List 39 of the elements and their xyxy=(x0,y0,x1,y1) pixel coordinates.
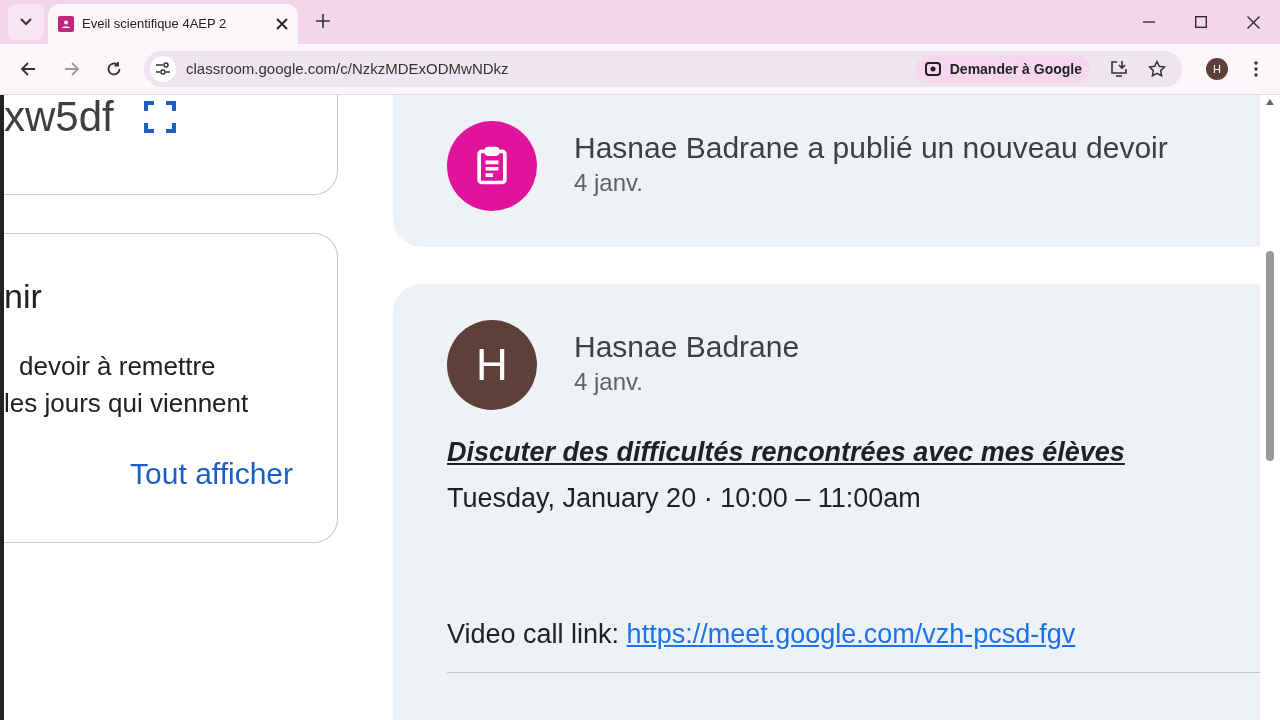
profile-avatar[interactable]: H xyxy=(1206,58,1228,80)
event-time: Tuesday, January 20 · 10:00 – 11:00am xyxy=(447,482,922,515)
back-icon[interactable] xyxy=(20,61,36,77)
lens-icon xyxy=(923,60,942,78)
video-call-text: Video call link: https://meet.google.com/vzh-pcsd-fgv xyxy=(447,618,1077,651)
view-all-link[interactable]: Tout afficher xyxy=(130,456,293,492)
browser-tab[interactable]: Eveil scientifique 4AEP 2 xyxy=(48,4,298,44)
post-title: Hasnae Badrane a publié un nouveau devoir xyxy=(574,130,1168,166)
star-icon[interactable] xyxy=(1148,60,1166,78)
classroom-icon xyxy=(58,16,74,32)
scrollbar-thumb[interactable] xyxy=(1266,251,1274,461)
maximize-icon[interactable] xyxy=(1195,16,1207,28)
chevron-down-icon xyxy=(20,18,32,26)
assignment-card[interactable]: Hasnae Badrane a publié un nouveau devoir 4 janv. xyxy=(393,95,1260,247)
upcoming-text: les jours qui viennent xyxy=(4,387,250,420)
install-icon[interactable] xyxy=(1110,60,1128,78)
card-title: nir xyxy=(4,276,43,316)
upcoming-text: devoir à remettre xyxy=(18,350,217,383)
reload-icon[interactable] xyxy=(106,61,122,77)
close-icon[interactable] xyxy=(1247,15,1260,29)
menu-icon[interactable] xyxy=(1254,61,1258,77)
post-date: 4 janv. xyxy=(574,168,644,198)
close-icon[interactable] xyxy=(276,18,288,30)
event-title: Discuter des difficultés rencontrées avec mes élèves xyxy=(447,436,1126,469)
scroll-up-icon[interactable] xyxy=(1266,99,1274,105)
tab-title: Eveil scientifique 4AEP 2 xyxy=(82,15,228,34)
forward-icon[interactable] xyxy=(64,61,80,77)
new-tab-icon[interactable] xyxy=(316,14,330,28)
post-date: 4 janv. xyxy=(574,367,644,397)
fullscreen-icon[interactable] xyxy=(143,101,176,133)
address-bar[interactable]: classroom.google.com/c/NzkzMDExODMwNDkz Demander à Google xyxy=(144,51,1182,87)
meet-link[interactable]: https://meet.google.com/vzh-pcsd-fgv xyxy=(626,619,1076,649)
tab-list-button[interactable] xyxy=(8,4,44,40)
site-settings-icon[interactable] xyxy=(150,56,176,82)
url-text: classroom.google.com/c/NzkzMDExODMwNDkz xyxy=(186,58,510,79)
author-name: Hasnae Badrane xyxy=(574,329,800,365)
class-code: xw5df xyxy=(4,97,114,137)
author-avatar: H xyxy=(447,320,537,410)
ask-google-button[interactable]: Demander à Google xyxy=(915,55,1090,83)
